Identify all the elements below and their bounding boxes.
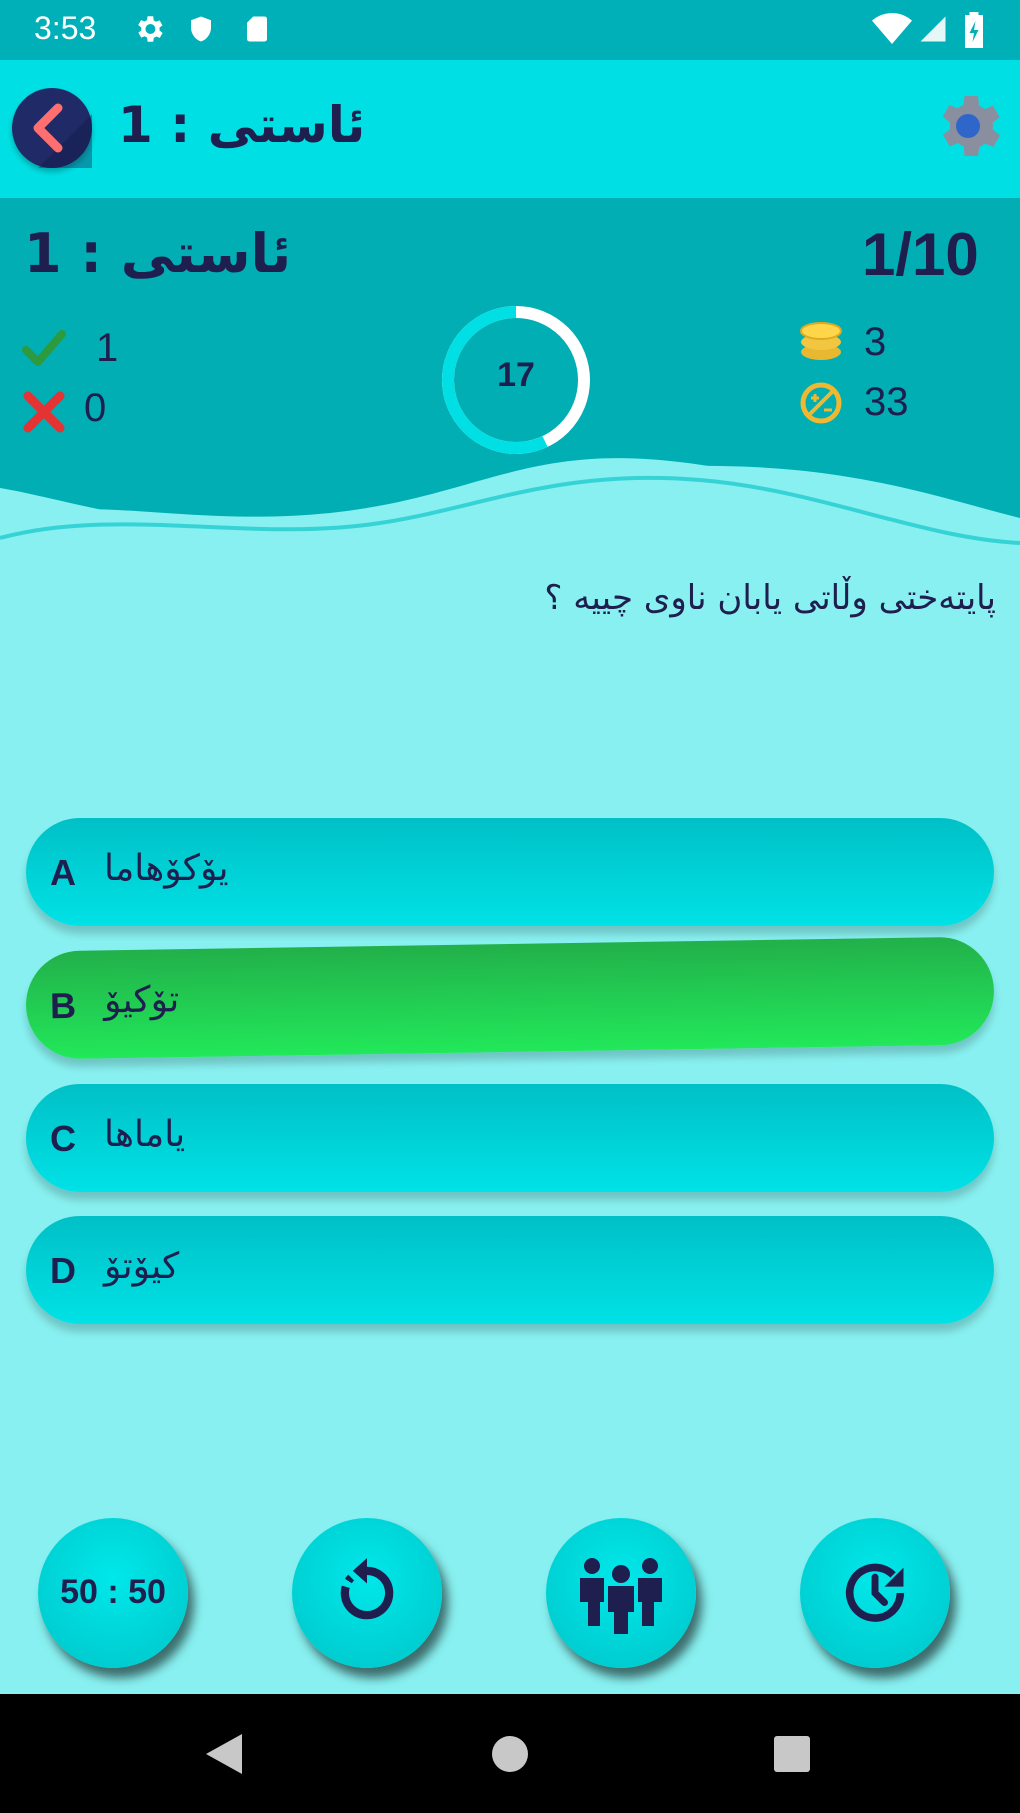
- refresh-icon: [340, 1558, 394, 1620]
- fifty-fifty-label: 50 : 50: [60, 1573, 166, 1611]
- coins-icon: [800, 322, 842, 360]
- gear-icon: [942, 96, 1000, 156]
- gear-icon: [138, 16, 163, 42]
- signal-icon: [920, 16, 946, 42]
- nav-recents-icon[interactable]: [772, 1734, 812, 1774]
- refresh-question-button[interactable]: [292, 1518, 442, 1668]
- score-count: 33: [864, 380, 909, 424]
- answer-option-a[interactable]: A یۆکۆهاما: [26, 818, 994, 926]
- answer-letter: A: [50, 852, 76, 893]
- app-bar-title: ئاستی : 1: [118, 96, 366, 154]
- answer-text: تۆکیۆ: [103, 979, 180, 1022]
- check-icon: [22, 330, 66, 366]
- answer-letter: C: [50, 1118, 76, 1159]
- level-title: ئاستی : 1: [24, 222, 292, 285]
- score-icon: [800, 382, 842, 424]
- answer-text: یاماها: [104, 1114, 186, 1155]
- wrong-count: 0: [84, 386, 107, 430]
- time-add-icon: [845, 1563, 905, 1622]
- fifty-fifty-button[interactable]: 50 : 50: [38, 1518, 188, 1668]
- wifi-icon: [872, 13, 912, 44]
- answer-option-d[interactable]: D کیۆتۆ: [26, 1216, 994, 1324]
- answer-text: یۆکۆهاما: [104, 848, 229, 889]
- nav-back-icon[interactable]: [204, 1732, 244, 1776]
- status-time: 3:53: [34, 10, 97, 46]
- question-progress: 1/10: [862, 221, 979, 288]
- correct-count: 1: [96, 326, 119, 370]
- cross-icon: [23, 391, 65, 433]
- shield-icon: [191, 16, 211, 42]
- chevron-left-icon: [33, 103, 92, 168]
- extra-time-button[interactable]: [800, 1518, 950, 1668]
- timer-value: 17: [497, 356, 535, 394]
- people-icon: [580, 1558, 662, 1634]
- nav-home-icon[interactable]: [490, 1734, 530, 1774]
- question-text: پایتەختی وڵاتی یابان ناوی چییە ؟: [544, 578, 996, 618]
- back-button[interactable]: [12, 88, 92, 168]
- navigation-bar: [0, 1694, 1020, 1813]
- battery-charging-icon: [965, 12, 983, 48]
- settings-button[interactable]: [928, 86, 1008, 166]
- answer-option-c[interactable]: C یاماها: [26, 1084, 994, 1192]
- coins-count: 3: [864, 320, 887, 364]
- answer-letter: B: [49, 984, 77, 1027]
- ask-audience-button[interactable]: [546, 1518, 696, 1668]
- answer-option-b[interactable]: B تۆکیۆ: [25, 936, 995, 1060]
- sd-card-icon: [247, 16, 267, 42]
- answer-text: کیۆتۆ: [104, 1246, 180, 1287]
- status-bar: 3:53: [0, 0, 1020, 60]
- answer-letter: D: [50, 1250, 76, 1291]
